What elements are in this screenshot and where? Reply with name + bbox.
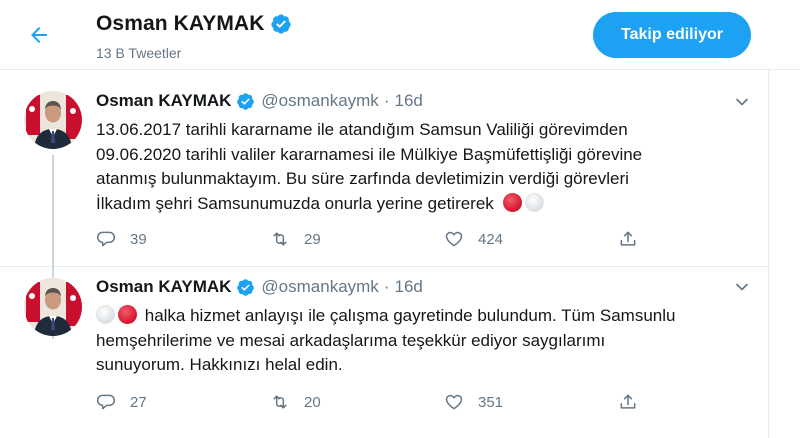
tweet-text-line: hemşehrilerime ve mesai arkadaşlarıma te… — [96, 330, 606, 350]
like-count: 351 — [478, 393, 504, 411]
share-button[interactable] — [618, 229, 638, 249]
avatar[interactable] — [24, 278, 82, 336]
tweet-time[interactable]: 16d — [394, 277, 422, 297]
tweet-text-fragment: İlkadım şehri Samsunumuzda onurla yerine… — [96, 193, 494, 213]
retweet-icon — [270, 229, 290, 249]
share-button[interactable] — [618, 392, 638, 412]
tweet-time[interactable]: 16d — [394, 91, 422, 111]
like-button[interactable]: 424 — [444, 229, 618, 249]
tweet[interactable]: Osman KAYMAK @osmankaymk · 16d 13.06.201… — [0, 71, 768, 339]
like-count: 424 — [478, 230, 504, 248]
arrow-left-icon — [27, 23, 51, 52]
tweet-count: 13 B Tweetler — [96, 45, 182, 61]
retweet-count: 20 — [304, 393, 321, 411]
white-circle-emoji-icon — [525, 192, 545, 212]
verified-badge-icon — [270, 13, 292, 35]
reply-icon — [96, 229, 116, 249]
following-button[interactable]: Takip ediliyor — [593, 12, 751, 58]
reply-button[interactable]: 39 — [96, 229, 270, 249]
verified-badge-icon — [236, 278, 255, 297]
white-circle-emoji-icon — [96, 305, 115, 324]
reply-count: 39 — [130, 230, 147, 248]
avatar[interactable] — [24, 91, 82, 149]
tweet-actions: 39 29 424 — [96, 229, 638, 249]
tweet-text-line: 09.06.2020 tarihli valiler kararnamesi i… — [96, 144, 643, 164]
more-options-button[interactable] — [732, 277, 752, 297]
tweet-text: halka hizmet anlayışı ile çalışma gayret… — [96, 304, 736, 378]
tweet-text-line-with-emoji: halka hizmet anlayışı ile çalışma gayret… — [96, 304, 736, 329]
tweet-text: 13.06.2017 tarihli kararname ile atandığ… — [96, 118, 736, 216]
retweet-button[interactable]: 29 — [270, 229, 444, 249]
retweet-button[interactable]: 20 — [270, 392, 444, 412]
author-name[interactable]: Osman KAYMAK — [96, 91, 231, 111]
profile-name: Osman KAYMAK — [96, 12, 265, 35]
column-divider — [768, 70, 769, 438]
tweet[interactable]: Osman KAYMAK @osmankaymk · 16d halka hiz… — [0, 268, 768, 438]
chevron-down-icon — [732, 92, 752, 112]
more-options-button[interactable] — [732, 92, 752, 112]
tweet-text-line: 13.06.2017 tarihli kararname ile atandığ… — [96, 120, 628, 139]
heart-icon — [444, 392, 464, 412]
heart-icon — [444, 229, 464, 249]
share-icon — [618, 392, 638, 412]
like-button[interactable]: 351 — [444, 392, 618, 412]
tweet-text-line-with-emoji: İlkadım şehri Samsunumuzda onurla yerine… — [96, 192, 736, 217]
red-circle-emoji-icon — [503, 192, 523, 212]
author-name[interactable]: Osman KAYMAK — [96, 277, 231, 297]
tweet-text-line: sunuyorum. Hakkınızı helal edin. — [96, 355, 343, 374]
author-handle[interactable]: @osmankaymk — [261, 277, 378, 297]
header-title: Osman KAYMAK — [96, 12, 292, 36]
profile-header: Osman KAYMAK 13 B Tweetler Takip ediliyo… — [0, 0, 800, 70]
tweet-header: Osman KAYMAK @osmankaymk · 16d — [96, 91, 423, 111]
retweet-count: 29 — [304, 230, 321, 248]
tweet-actions: 27 20 351 — [96, 392, 638, 412]
separator-dot: · — [383, 91, 390, 110]
retweet-icon — [270, 392, 290, 412]
tweet-text-fragment: halka hizmet anlayışı ile çalışma gayret… — [144, 306, 676, 325]
reply-count: 27 — [130, 393, 147, 411]
chevron-down-icon — [732, 277, 752, 297]
reply-icon — [96, 392, 116, 412]
reply-button[interactable]: 27 — [96, 392, 270, 412]
share-icon — [618, 229, 638, 249]
author-handle[interactable]: @osmankaymk — [261, 91, 378, 111]
verified-badge-icon — [236, 92, 255, 111]
separator-dot: · — [383, 277, 390, 296]
red-circle-emoji-icon — [118, 305, 137, 324]
tweet-header: Osman KAYMAK @osmankaymk · 16d — [96, 277, 423, 297]
back-button[interactable] — [20, 18, 58, 56]
tweet-text-line: atanmış bulunmaktayım. Bu süre zarfında … — [96, 169, 629, 188]
